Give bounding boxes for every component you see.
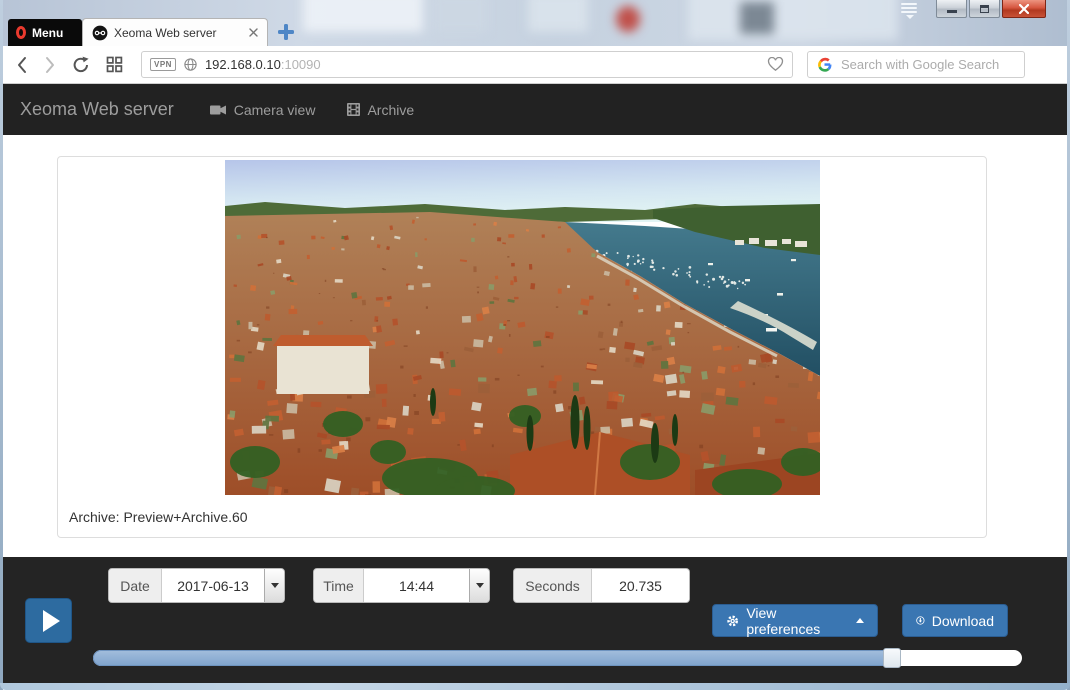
time-dropdown-button[interactable]	[469, 569, 489, 602]
play-icon	[42, 609, 60, 632]
date-field-group: Date 2017-06-13	[108, 568, 285, 603]
minimize-button[interactable]	[936, 0, 967, 18]
opera-menu-button[interactable]: Menu	[8, 19, 82, 46]
url-port: :10090	[280, 57, 321, 72]
url-host: 192.168.0.10	[204, 57, 281, 72]
download-circle-icon	[916, 616, 925, 625]
seconds-value[interactable]: 20.735	[592, 569, 689, 602]
search-box[interactable]	[807, 51, 1025, 78]
view-preferences-label: View preferences	[746, 604, 821, 637]
vpn-badge[interactable]: VPN	[150, 58, 176, 71]
date-label: Date	[109, 569, 162, 602]
close-icon	[1019, 3, 1029, 14]
time-field-group: Time 14:44	[313, 568, 490, 603]
tab-close-icon[interactable]	[249, 28, 258, 37]
tab-title: Xeoma Web server	[114, 25, 217, 40]
time-value[interactable]: 14:44	[364, 569, 469, 602]
forward-button[interactable]	[44, 56, 56, 74]
nav-camera-view-label: Camera view	[233, 101, 316, 118]
back-icon	[18, 56, 26, 73]
film-archive-icon	[347, 103, 361, 116]
window-border-bottom	[0, 683, 1070, 690]
speed-dial-button[interactable]	[106, 56, 123, 73]
google-g-icon	[818, 57, 832, 72]
playback-footer: Date 2017-06-13 Time 14:44 Seconds 20.73…	[0, 557, 1070, 683]
page-content: Archive: Preview+Archive.60	[0, 135, 1070, 557]
reload-button[interactable]	[72, 56, 90, 74]
download-label: Download	[931, 612, 994, 629]
browser-window: Menu Xeoma Web server VPN 192.168.0.10:1…	[0, 0, 1070, 690]
reload-icon	[73, 56, 89, 72]
view-preferences-button[interactable]: View preferences	[712, 604, 878, 637]
camera-archive-frame[interactable]	[224, 160, 820, 495]
globe-icon	[184, 58, 197, 71]
search-input[interactable]	[839, 56, 1015, 73]
tab-xeoma-web-server[interactable]: Xeoma Web server	[82, 18, 268, 46]
tab-menu-chevron-icon[interactable]	[901, 3, 919, 19]
address-bar[interactable]: VPN 192.168.0.10:10090	[141, 51, 793, 78]
archive-caption: Archive: Preview+Archive.60	[69, 509, 248, 525]
caret-down-icon	[270, 583, 279, 588]
date-dropdown-button[interactable]	[264, 569, 284, 602]
browser-toolbar: VPN 192.168.0.10:10090	[0, 46, 1070, 84]
back-button[interactable]	[16, 56, 28, 74]
timeline-fill	[93, 650, 892, 666]
opera-logo-icon	[16, 26, 26, 39]
new-tab-button[interactable]	[277, 23, 295, 41]
nav-camera-view[interactable]: Camera view	[209, 101, 316, 118]
download-button[interactable]: Download	[902, 604, 1008, 637]
heart-bookmark-icon[interactable]	[767, 57, 784, 72]
time-label: Time	[314, 569, 364, 602]
page-navbar: Xeoma Web server Camera view Archive	[0, 84, 1070, 135]
timeline-slider[interactable]	[93, 648, 1022, 668]
maximize-icon	[980, 4, 989, 13]
favicon	[92, 25, 108, 40]
date-value[interactable]: 2017-06-13	[162, 569, 264, 602]
caret-up-icon	[856, 618, 864, 623]
seconds-field-group: Seconds 20.735	[513, 568, 690, 603]
seconds-label: Seconds	[514, 569, 592, 602]
caret-down-icon	[475, 583, 484, 588]
play-button[interactable]	[25, 598, 72, 643]
archive-preview-card: Archive: Preview+Archive.60	[57, 156, 987, 538]
maximize-button[interactable]	[969, 0, 1000, 18]
camera-icon	[209, 105, 226, 114]
page-title: Xeoma Web server	[20, 99, 174, 119]
forward-icon	[46, 56, 54, 73]
nav-archive[interactable]: Archive	[347, 102, 414, 118]
nav-archive-label: Archive	[367, 101, 415, 118]
gear-icon	[727, 615, 738, 626]
minimize-icon	[946, 10, 957, 13]
speed-dial-grid-icon	[106, 56, 123, 73]
close-button[interactable]	[1002, 0, 1046, 18]
menu-label: Menu	[32, 25, 64, 40]
plus-icon	[278, 24, 294, 40]
timeline-handle[interactable]	[882, 648, 901, 668]
window-border-left	[0, 0, 3, 690]
url-text[interactable]: 192.168.0.10:10090	[205, 57, 321, 72]
